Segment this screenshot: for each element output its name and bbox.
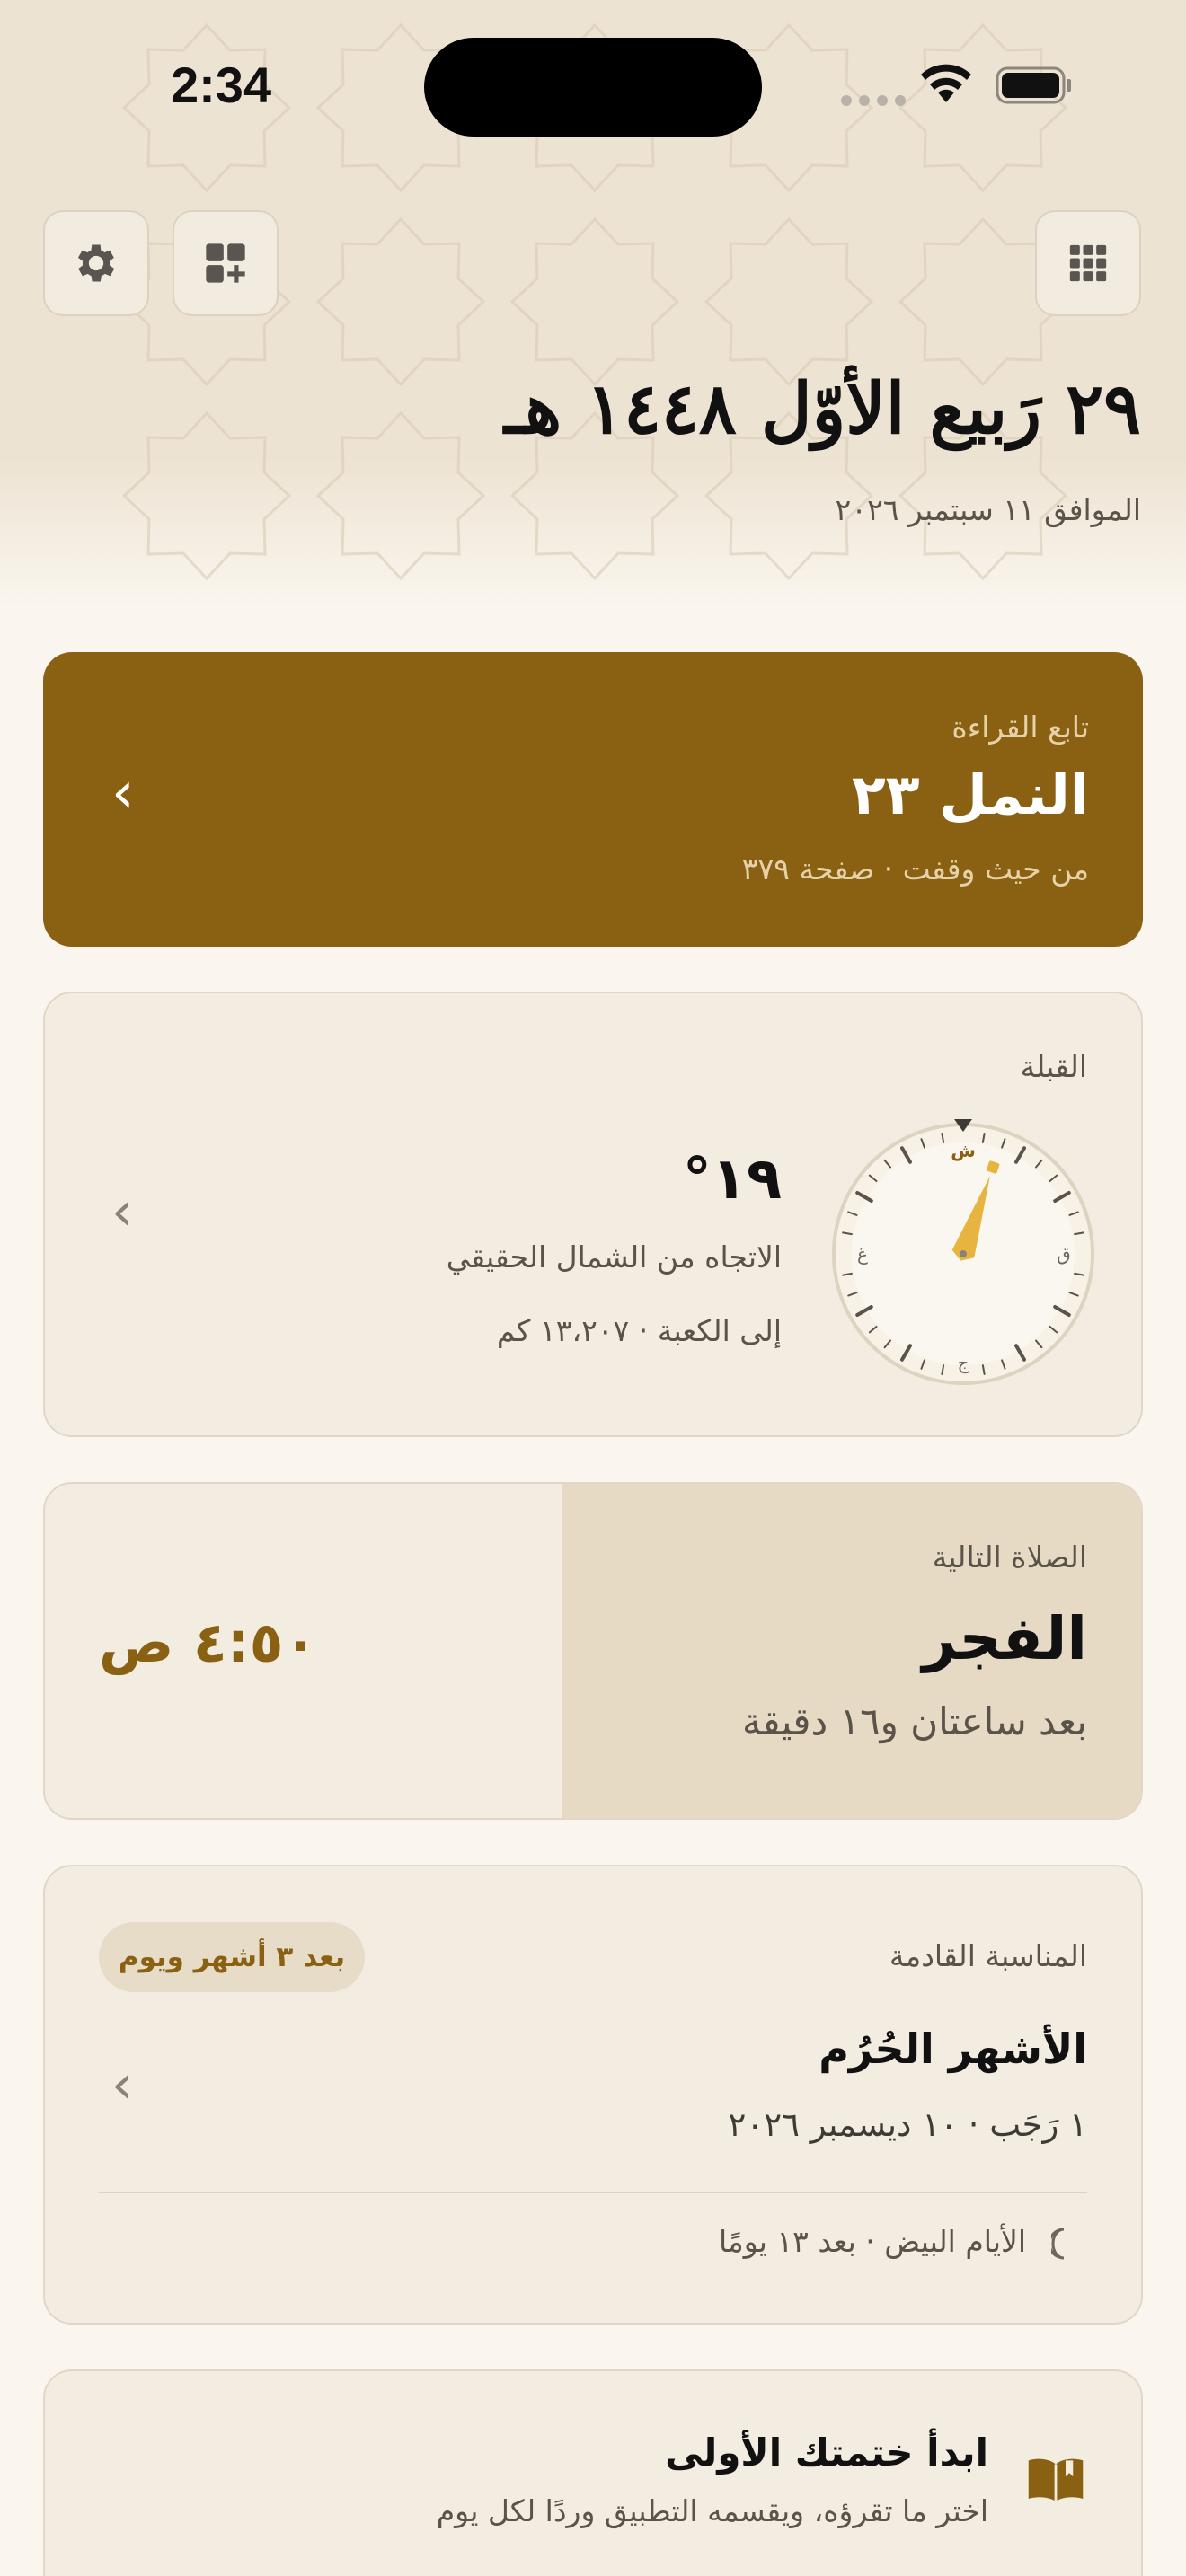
gear-icon bbox=[77, 244, 115, 282]
compass-south: ج bbox=[958, 1352, 969, 1373]
battery-icon bbox=[996, 66, 1071, 104]
status-time: 2:34 bbox=[171, 57, 272, 113]
occasion-title: الأشهر الحُرُم bbox=[819, 2025, 1087, 2073]
status-bar: 2:34 bbox=[0, 0, 1186, 171]
status-icons bbox=[841, 64, 1071, 106]
qibla-label: القبلة bbox=[1020, 1049, 1088, 1084]
compass-west: غ bbox=[857, 1243, 868, 1265]
apps-grid-button[interactable] bbox=[1035, 210, 1141, 316]
chevron-left-icon: ‹ bbox=[111, 760, 135, 826]
qibla-card[interactable]: القبلة ش ق ج غ ١٩° الاتجاه من الشمال الح… bbox=[43, 992, 1143, 1437]
compass-north: ش bbox=[951, 1140, 976, 1161]
signal-icon bbox=[841, 95, 906, 106]
khatma-title: ابدأ ختمتك الأولى bbox=[665, 2430, 988, 2475]
prayer-countdown: بعد ساعتان و١٦ دقيقة bbox=[741, 1699, 1087, 1743]
chevron-left-icon: ‹ bbox=[111, 1180, 133, 1243]
qibla-compass: ش ق ج غ bbox=[832, 1119, 1094, 1385]
divider bbox=[99, 2192, 1087, 2193]
prayer-time: ٤:٥٠ ص bbox=[99, 1610, 318, 1675]
occasion-label: المناسبة القادمة bbox=[889, 1938, 1087, 1973]
upcoming-occasion-card[interactable]: المناسبة القادمة بعد ٣ أشهر ويوم الأشهر … bbox=[43, 1865, 1143, 2325]
crescent-moon-icon bbox=[1051, 2228, 1065, 2260]
occasion-date: ١ رَجَب · ١٠ ديسمبر ٢٠٢٦ bbox=[728, 2105, 1087, 2144]
qibla-direction-text: الاتجاه من الشمال الحقيقي bbox=[446, 1239, 782, 1275]
widget-add-icon bbox=[206, 243, 245, 283]
dynamic-island bbox=[424, 38, 762, 137]
occasion-countdown-badge: بعد ٣ أشهر ويوم bbox=[99, 1922, 365, 1992]
occasion-footer: الأيام البيض · بعد ١٣ يومًا bbox=[718, 2224, 1026, 2259]
open-book-icon bbox=[1028, 2458, 1084, 2501]
reading-detail: من حيث وقفت · صفحة ٣٧٩ bbox=[741, 851, 1089, 887]
khatma-subtitle: اختر ما تقرؤه، ويقسمه التطبيق وردًا لكل … bbox=[436, 2493, 988, 2528]
occasion-badge-text: بعد ٣ أشهر ويوم bbox=[118, 1941, 346, 1973]
qibla-degrees: ١٩° bbox=[682, 1146, 782, 1213]
continue-reading-card[interactable]: تابع القراءة النمل ٢٣ من حيث وقفت · صفحة… bbox=[43, 652, 1143, 947]
prayer-label: الصلاة التالية bbox=[932, 1539, 1087, 1575]
qibla-distance-text: إلى الكعبة · ١٣،٢٠٧ كم bbox=[496, 1313, 782, 1348]
grid-icon bbox=[1069, 244, 1107, 282]
wifi-icon bbox=[921, 64, 971, 102]
chevron-left-icon: ‹ bbox=[111, 2053, 133, 2116]
add-widget-button[interactable] bbox=[173, 210, 279, 316]
gregorian-date: الموافق ١١ سبتمبر ٢٠٢٦ bbox=[835, 492, 1141, 527]
next-prayer-card[interactable]: الصلاة التالية الفجر بعد ساعتان و١٦ دقيق… bbox=[43, 1482, 1143, 1820]
reading-label: تابع القراءة bbox=[951, 710, 1089, 745]
compass-east: ق bbox=[1057, 1243, 1071, 1265]
settings-button[interactable] bbox=[43, 210, 149, 316]
start-khatma-card[interactable]: ابدأ ختمتك الأولى اختر ما تقرؤه، ويقسمه … bbox=[43, 2369, 1143, 2576]
hijri-date: ٢٩ رَبيع الأوّل ١٤٤٨ هـ bbox=[504, 368, 1141, 450]
prayer-name: الفجر bbox=[922, 1604, 1087, 1673]
reading-surah: النمل ٢٣ bbox=[851, 762, 1089, 827]
